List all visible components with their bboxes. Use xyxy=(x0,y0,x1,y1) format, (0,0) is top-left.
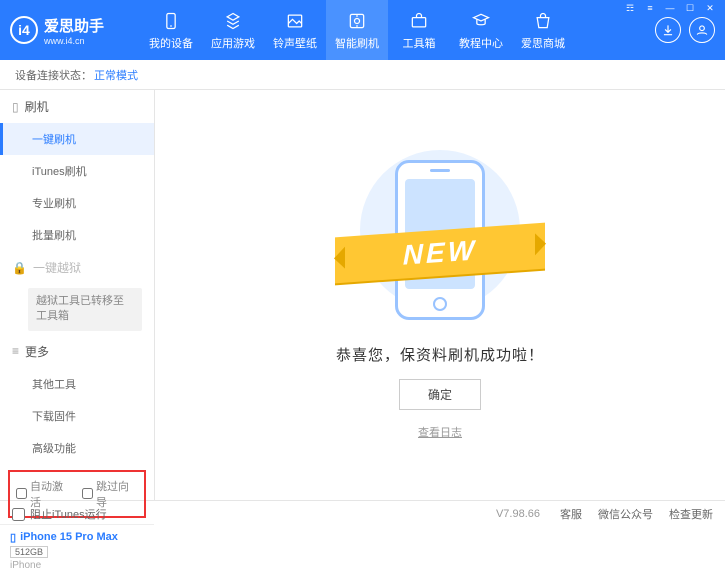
more-icon: ≡ xyxy=(12,344,19,358)
nav-store[interactable]: 爱思商城 xyxy=(512,0,574,60)
sidebar-note-jailbreak: 越狱工具已转移至工具箱 xyxy=(28,288,142,331)
sidebar-section-flash[interactable]: ▯ 刷机 xyxy=(0,90,154,123)
success-illustration: NEW xyxy=(340,150,540,330)
flash-icon xyxy=(346,10,368,32)
sidebar-item-itunes[interactable]: iTunes刷机 xyxy=(0,155,154,187)
version-label: V7.98.66 xyxy=(496,508,540,520)
status-bar: 设备连接状态： 正常模式 xyxy=(0,60,725,90)
download-button[interactable] xyxy=(655,17,681,43)
content: NEW 恭喜您，保资料刷机成功啦！ 确定 查看日志 xyxy=(155,90,725,500)
skin-icon[interactable]: ☶ xyxy=(623,3,637,14)
checkbox-auto-activate[interactable]: 自动激活 xyxy=(16,478,72,510)
view-log-link[interactable]: 查看日志 xyxy=(418,424,462,440)
phone-small-icon: ▯ xyxy=(10,531,16,544)
device-type: iPhone xyxy=(10,560,144,571)
device-info: ▯ iPhone 15 Pro Max 512GB iPhone xyxy=(0,524,154,577)
device-storage: 512GB xyxy=(10,546,48,558)
sidebar-item-other[interactable]: 其他工具 xyxy=(0,368,154,400)
footer-link-update[interactable]: 检查更新 xyxy=(669,506,713,522)
nav-my-device[interactable]: 我的设备 xyxy=(140,0,202,60)
device-name[interactable]: ▯ iPhone 15 Pro Max xyxy=(10,531,144,544)
nav-flash[interactable]: 智能刷机 xyxy=(326,0,388,60)
toolbox-icon xyxy=(408,10,430,32)
footer-link-wechat[interactable]: 微信公众号 xyxy=(598,506,653,522)
lock-icon: 🔒 xyxy=(12,261,27,275)
header: i4 爱思助手 www.i4.cn 我的设备 应用游戏 铃声壁纸 智能刷机 工具… xyxy=(0,0,725,60)
minimize-icon[interactable]: — xyxy=(663,3,677,14)
sidebar-item-batch[interactable]: 批量刷机 xyxy=(0,219,154,251)
logo: i4 爱思助手 www.i4.cn xyxy=(10,15,140,46)
sidebar-item-advanced[interactable]: 高级功能 xyxy=(0,432,154,464)
nav-apps[interactable]: 应用游戏 xyxy=(202,0,264,60)
phone-icon: ▯ xyxy=(12,100,19,114)
sidebar-item-pro[interactable]: 专业刷机 xyxy=(0,187,154,219)
block-itunes-checkbox[interactable] xyxy=(12,508,25,521)
ok-button[interactable]: 确定 xyxy=(399,379,481,410)
maximize-icon[interactable]: ☐ xyxy=(683,3,697,14)
top-nav: 我的设备 应用游戏 铃声壁纸 智能刷机 工具箱 教程中心 爱思商城 xyxy=(140,0,655,60)
user-button[interactable] xyxy=(689,17,715,43)
sidebar-item-oneclick[interactable]: 一键刷机 xyxy=(0,123,154,155)
device-icon xyxy=(160,10,182,32)
footer-link-support[interactable]: 客服 xyxy=(560,506,582,522)
block-itunes-label: 阻止iTunes运行 xyxy=(30,506,107,522)
sidebar-section-more[interactable]: ≡ 更多 xyxy=(0,335,154,368)
status-value: 正常模式 xyxy=(94,67,138,83)
wallpaper-icon xyxy=(284,10,306,32)
tutorial-icon xyxy=(470,10,492,32)
success-message: 恭喜您，保资料刷机成功啦！ xyxy=(336,344,544,365)
app-url: www.i4.cn xyxy=(44,36,104,46)
sidebar-section-jailbreak: 🔒 一键越狱 xyxy=(0,251,154,284)
apps-icon xyxy=(222,10,244,32)
store-icon xyxy=(532,10,554,32)
logo-icon: i4 xyxy=(10,16,38,44)
sidebar: ▯ 刷机 一键刷机 iTunes刷机 专业刷机 批量刷机 🔒 一键越狱 越狱工具… xyxy=(0,90,155,500)
nav-toolbox[interactable]: 工具箱 xyxy=(388,0,450,60)
nav-ringtones[interactable]: 铃声壁纸 xyxy=(264,0,326,60)
checkbox-skip-guide[interactable]: 跳过向导 xyxy=(82,478,138,510)
sidebar-item-download[interactable]: 下载固件 xyxy=(0,400,154,432)
menu-icon[interactable]: ≡ xyxy=(643,3,657,14)
app-title: 爱思助手 xyxy=(44,15,104,36)
status-label: 设备连接状态： xyxy=(15,67,92,83)
nav-tutorials[interactable]: 教程中心 xyxy=(450,0,512,60)
close-icon[interactable]: ✕ xyxy=(703,3,717,14)
